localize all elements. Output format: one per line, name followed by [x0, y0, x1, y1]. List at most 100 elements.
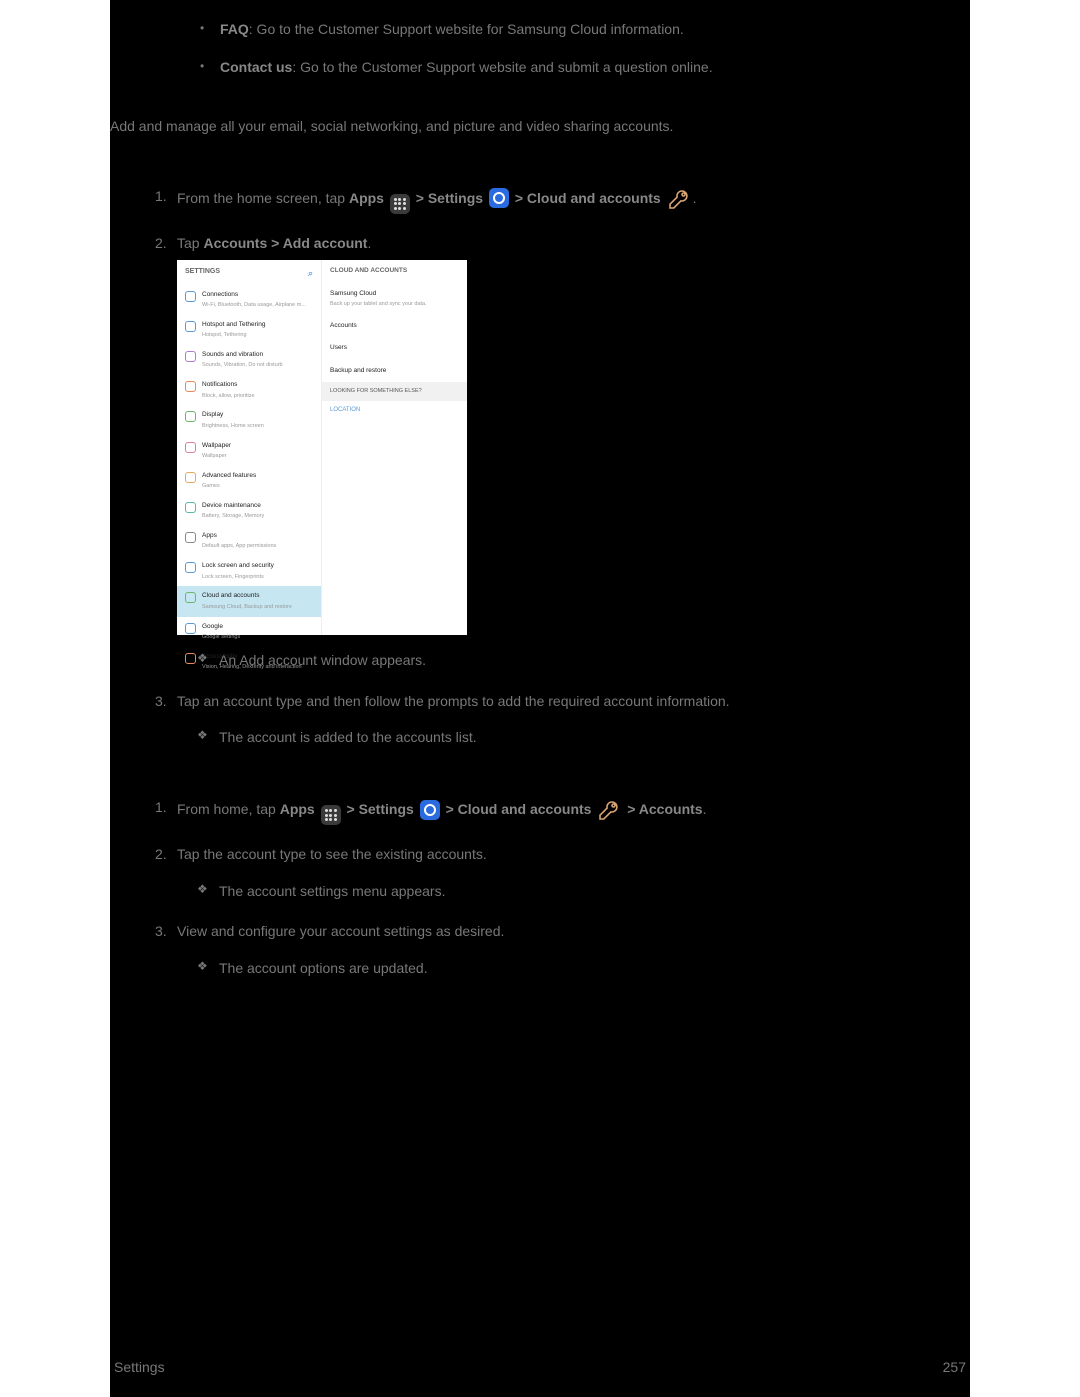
sidebar-item: Cloud and accounts Samsung Cloud, Backup … — [177, 586, 321, 616]
location-link: LOCATION — [322, 401, 467, 421]
step1-cloud: Cloud and accounts — [527, 190, 661, 206]
page-footer: Settings 257 — [110, 1359, 970, 1375]
looking-label: LOOKING FOR SOMETHING ELSE? — [322, 382, 467, 401]
sidebar-item-title: Device maintenance — [202, 501, 315, 511]
bullet-contact: Contact us: Go to the Customer Support w… — [205, 58, 970, 78]
faq-text: : Go to the Customer Support website for… — [249, 21, 684, 37]
step1-dot: . — [693, 190, 697, 206]
sidebar-item-icon — [185, 351, 196, 362]
step1-settings: Settings — [428, 190, 483, 206]
m-cloud: Cloud and accounts — [458, 802, 592, 818]
search-icon: ⌕ — [308, 266, 313, 280]
manage-step-2: 2. Tap the account type to see the exist… — [155, 843, 970, 902]
m-step2-sub: The account settings menu appears. — [201, 880, 970, 902]
key-icon — [597, 799, 621, 822]
sidebar-item-sub: Wi-Fi, Bluetooth, Data usage, Airplane m… — [202, 301, 315, 310]
device-screenshot: SETTINGS ⌕ ConnectionsWi-Fi, Bluetooth, … — [177, 260, 467, 635]
detail-item: Accounts — [322, 315, 467, 337]
sidebar-item-title: Cloud and accounts — [202, 591, 315, 601]
sidebar-item-sub: Games — [202, 482, 315, 491]
m-dot: . — [703, 802, 707, 818]
footer-right: 257 — [943, 1359, 966, 1375]
sidebar-item: Advanced featuresGames — [177, 466, 321, 496]
settings-sidebar: SETTINGS ⌕ ConnectionsWi-Fi, Bluetooth, … — [177, 260, 322, 635]
settings-detail: CLOUD AND ACCOUNTS Samsung CloudBack up … — [322, 260, 467, 635]
m-gt3: > — [627, 802, 639, 818]
m-apps: Apps — [280, 802, 315, 818]
sidebar-item-title: Notifications — [202, 380, 315, 390]
step3-text: Tap an account type and then follow the … — [177, 693, 730, 709]
sidebar-item-title: Display — [202, 410, 315, 420]
detail-header: CLOUD AND ACCOUNTS — [322, 260, 467, 282]
detail-item: Users — [322, 337, 467, 359]
sidebar-item-sub: Brightness, Home screen — [202, 422, 315, 431]
sidebar-item-title: Advanced features — [202, 471, 315, 481]
sidebar-item: Lock screen and security Lock screen, Fin… — [177, 556, 321, 586]
m-step2: Tap the account type to see the existing… — [177, 846, 487, 862]
settings-title: SETTINGS — [185, 266, 220, 280]
step1-pre: From the home screen, tap — [177, 190, 349, 206]
sidebar-item-icon — [185, 562, 196, 573]
sidebar-item-icon — [185, 532, 196, 543]
sidebar-item: Hotspot and TetheringHotspot, Tethering — [177, 315, 321, 345]
footer-left: Settings — [114, 1359, 165, 1375]
step1-gt2: > — [515, 190, 527, 206]
setup-step-3: 3. Tap an account type and then follow t… — [155, 690, 970, 749]
settings-header: SETTINGS ⌕ — [177, 260, 321, 284]
document-page: FAQ: Go to the Customer Support website … — [110, 0, 970, 1397]
m-step3-sub: The account options are updated. — [201, 957, 970, 979]
sidebar-item: AppsDefault apps, App permissions — [177, 526, 321, 556]
sidebar-item: WallpaperWallpaper — [177, 436, 321, 466]
sidebar-item-title: Hotspot and Tethering — [202, 320, 315, 330]
m-gt1: > — [346, 802, 358, 818]
step3-sub1: The account is added to the accounts lis… — [201, 726, 970, 748]
contact-bold: Contact us — [220, 59, 292, 75]
sidebar-item-title: Lock screen and security — [202, 561, 315, 571]
m-step3: View and configure your account settings… — [177, 923, 504, 939]
sidebar-item: Notifications Block, allow, prioritize — [177, 375, 321, 405]
detail-item-sub: Back up your tablet and sync your data. — [330, 300, 459, 309]
sidebar-item-icon — [185, 653, 196, 664]
step2-sub1: An Add account window appears. — [201, 649, 970, 671]
step2-pre: Tap — [177, 235, 203, 251]
sidebar-item-title: Wallpaper — [202, 441, 315, 451]
settings-icon — [420, 800, 440, 822]
sidebar-item-icon — [185, 381, 196, 392]
intro-text: Add and manage all your email, social ne… — [110, 117, 970, 137]
detail-item-title: Users — [330, 343, 459, 353]
sidebar-item-icon — [185, 502, 196, 513]
setup-step-1: 1. From the home screen, tap Apps > Sett… — [155, 185, 970, 214]
sidebar-item: Device maintenanceBattery, Storage, Memo… — [177, 496, 321, 526]
m-step3-sublist: The account options are updated. — [177, 957, 970, 979]
sidebar-item-title: Sounds and vibration — [202, 350, 315, 360]
sidebar-item-sub: Wallpaper — [202, 452, 315, 461]
step3-sublist: The account is added to the accounts lis… — [177, 726, 970, 748]
setup-steps: 1. From the home screen, tap Apps > Sett… — [110, 185, 970, 749]
step1-gt1: > — [416, 190, 428, 206]
key-icon — [667, 188, 691, 211]
sidebar-item: Sounds and vibrationSounds, Vibration, D… — [177, 345, 321, 375]
manage-steps: 1. From home, tap Apps > Settings > Clou… — [110, 796, 970, 979]
sidebar-item: ConnectionsWi-Fi, Bluetooth, Data usage,… — [177, 285, 321, 315]
settings-icon — [489, 188, 509, 210]
step2-sublist: An Add account window appears. — [177, 649, 970, 671]
sidebar-item-icon — [185, 442, 196, 453]
sidebar-item-sub: Default apps, App permissions — [202, 542, 315, 551]
detail-item: Samsung CloudBack up your tablet and syn… — [322, 283, 467, 315]
sidebar-item-sub: Sounds, Vibration, Do not disturb — [202, 361, 315, 370]
sidebar-item-sub: Block, allow, prioritize — [202, 392, 315, 401]
detail-item-title: Samsung Cloud — [330, 289, 459, 299]
sidebar-item-sub: Samsung Cloud, Backup and restore — [202, 603, 315, 612]
detail-item-title: Backup and restore — [330, 366, 459, 376]
sidebar-item-sub: Lock screen, Fingerprints — [202, 573, 315, 582]
m-step2-sublist: The account settings menu appears. — [177, 880, 970, 902]
m-step1-pre: From home, tap — [177, 802, 280, 818]
sidebar-item-icon — [185, 291, 196, 302]
sidebar-item-title: Connections — [202, 290, 315, 300]
sidebar-item-sub: Hotspot, Tethering — [202, 331, 315, 340]
sidebar-item-sub: Battery, Storage, Memory — [202, 512, 315, 521]
m-gt2: > — [446, 802, 458, 818]
sidebar-item-icon — [185, 321, 196, 332]
sidebar-item-icon — [185, 411, 196, 422]
setup-step-2: 2. Tap Accounts > Add account. SETTINGS … — [155, 232, 970, 672]
